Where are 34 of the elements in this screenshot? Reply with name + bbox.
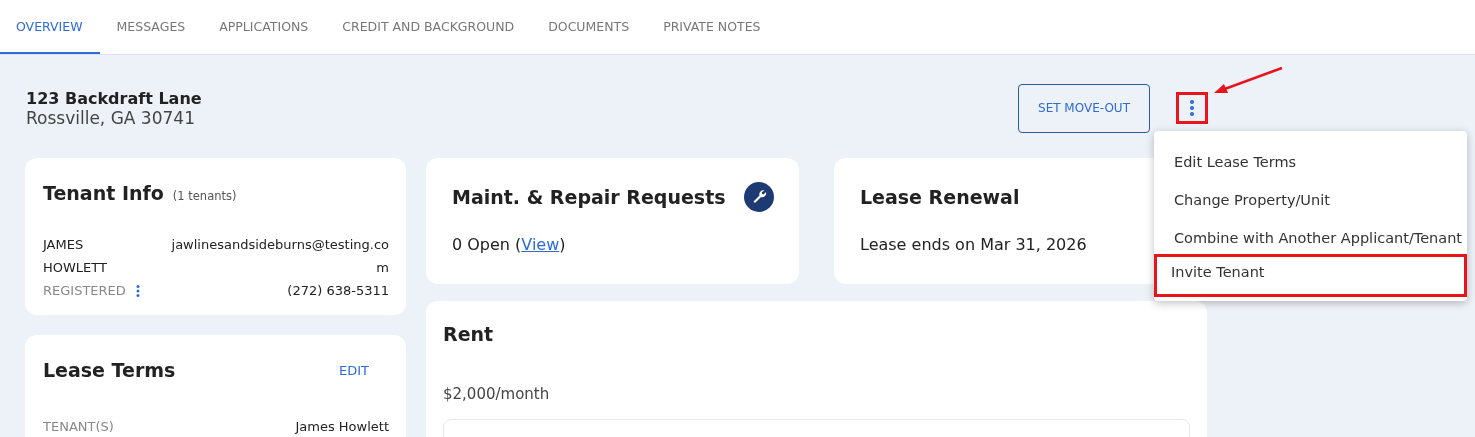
tab[interactable]: APPLICATIONS (202, 0, 326, 54)
card-title: Rent (443, 323, 495, 345)
tab[interactable]: PRIVATE NOTES (646, 0, 778, 54)
wrench-icon[interactable] (744, 182, 774, 212)
kebab-icon (1190, 100, 1194, 116)
tab[interactable]: OVERVIEW (0, 0, 100, 54)
tenant-phone: (272) 638-5311 (287, 282, 389, 300)
tab[interactable]: DOCUMENTS (531, 0, 647, 54)
view-link[interactable]: View (521, 235, 560, 254)
tenant-last-name: HOWLETT (43, 259, 108, 277)
card-title: Lease Terms (43, 359, 176, 381)
kebab-icon[interactable] (135, 284, 140, 297)
menu-item[interactable]: Edit Lease Terms (1154, 140, 1467, 178)
card-title: Tenant Info (43, 182, 164, 204)
tenant-count: (1 tenants) (172, 189, 237, 203)
edit-link[interactable]: EDIT (339, 362, 369, 378)
menu-item[interactable]: Combine with Another Applicant/Tenant (1154, 216, 1467, 254)
tenant-email: jawlinesandsideburns@testing.com (170, 236, 389, 277)
open-requests-text: 0 Open (View) (452, 235, 567, 254)
tenant-first-name: JAMES (43, 236, 85, 254)
tab[interactable]: CREDIT AND BACKGROUND (325, 0, 532, 54)
field-label: TENANT(S) (43, 419, 114, 434)
address-city: Rossville, GA 30741 (26, 107, 196, 128)
field-value: James Howlett (295, 419, 389, 434)
rent-amount: $2,000/month (443, 385, 551, 403)
more-options-button[interactable] (1176, 92, 1208, 124)
tab[interactable]: MESSAGES (99, 0, 203, 54)
tenant-status: REGISTERED (43, 282, 126, 300)
address-street: 123 Backdraft Lane (26, 88, 203, 108)
set-move-out-button[interactable]: SET MOVE-OUT (1018, 83, 1150, 133)
card-title: Lease Renewal (860, 186, 1020, 208)
menu-item[interactable]: Change Property/Unit (1154, 178, 1467, 216)
card-title: Maint. & Repair Requests (452, 186, 726, 208)
menu-item[interactable]: Invite Tenant (1154, 254, 1467, 297)
